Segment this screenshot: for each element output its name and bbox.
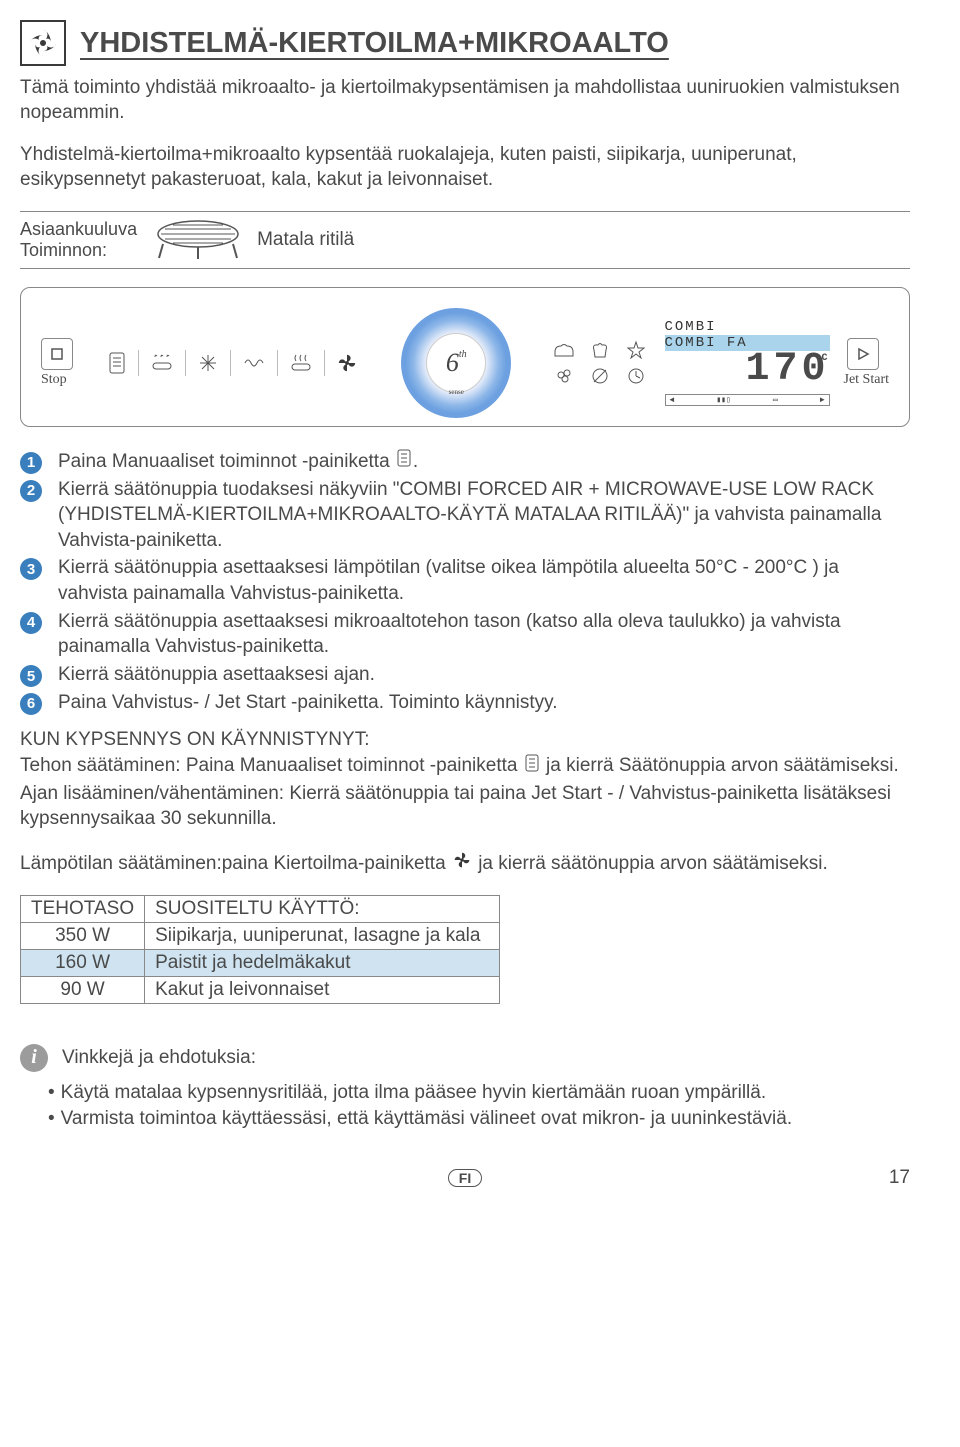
- steam-icon[interactable]: [290, 353, 312, 373]
- stop-button[interactable]: [41, 338, 73, 370]
- steps-list: 1 Paina Manuaaliset toiminnot -painikett…: [20, 449, 910, 716]
- page-number: 17: [889, 1167, 910, 1189]
- running-line-1: Tehon säätäminen: Paina Manuaaliset toim…: [20, 753, 910, 779]
- lcd-display: COMBI COMBI FA 170°C ◄▮▮▯▭►: [665, 319, 830, 406]
- knob-sup: th: [459, 349, 467, 360]
- grill-icon[interactable]: [151, 353, 173, 373]
- jet-start-button[interactable]: [847, 338, 879, 370]
- table-cell: Siipikarja, uuniperunat, lasagne ja kala: [145, 922, 500, 949]
- page-footer: FI 17: [20, 1169, 910, 1187]
- microwave-icon[interactable]: [243, 354, 265, 372]
- table-cell: 90 W: [21, 976, 145, 1003]
- control-knob[interactable]: 6th sense: [401, 308, 511, 418]
- jet-start-label: Jet Start: [844, 372, 890, 388]
- step-badge-5: 5: [20, 665, 42, 687]
- step-6-text: Paina Vahvistus- / Jet Start -painiketta…: [58, 690, 910, 716]
- clock-icon[interactable]: [621, 365, 651, 387]
- table-cell: Paistit ja hedelmäkakut: [145, 949, 500, 976]
- language-badge: FI: [448, 1169, 482, 1187]
- chef-hat-icon[interactable]: [585, 339, 615, 361]
- knob-sense: sense: [449, 388, 464, 396]
- manual-functions-icon[interactable]: [108, 352, 126, 374]
- step-2-text: Kierrä säätönuppia tuodaksesi näkyviin "…: [58, 477, 910, 554]
- step-3-text: Kierrä säätönuppia asettaaksesi lämpötil…: [58, 555, 910, 606]
- running-line-2: Ajan lisääminen/vähentäminen: Kierrä sää…: [20, 781, 910, 831]
- mode-icon-row: [101, 350, 364, 376]
- snowflake-icon[interactable]: [198, 353, 218, 373]
- intro-paragraph-2: Yhdistelmä-kiertoilma+mikroaalto kypsent…: [20, 143, 910, 192]
- accessory-label-2: Toiminnon:: [20, 240, 137, 261]
- fan-icon: [27, 27, 59, 59]
- info-icon: i: [20, 1044, 48, 1072]
- no-preheat-icon[interactable]: [585, 365, 615, 387]
- step-badge-1: 1: [20, 452, 42, 474]
- step-badge-6: 6: [20, 693, 42, 715]
- stop-label: Stop: [41, 372, 67, 388]
- lcd-value: 170°C: [665, 347, 830, 392]
- table-cell: Kakut ja leivonnaiset: [145, 976, 500, 1003]
- running-heading: KUN KYPSENNYS ON KÄYNNISTYNYT:: [20, 729, 910, 751]
- fan-mode-icon[interactable]: [337, 353, 357, 373]
- table-row: 90 W Kakut ja leivonnaiset: [21, 976, 500, 1003]
- table-cell: 160 W: [21, 949, 145, 976]
- table-cell: 350 W: [21, 922, 145, 949]
- popcorn-icon[interactable]: [549, 365, 579, 387]
- tip-1: Käytä matalaa kypsennysritilää, jotta il…: [61, 1080, 766, 1107]
- step-1-text: Paina Manuaaliset toiminnot -painiketta …: [58, 449, 910, 475]
- star-icon[interactable]: [621, 339, 651, 361]
- low-rack-icon: [153, 218, 243, 262]
- manual-functions-inline-icon-2: [525, 754, 539, 779]
- bread-icon[interactable]: [549, 339, 579, 361]
- tips-heading: Vinkkejä ja ehdotuksia:: [62, 1047, 256, 1069]
- preset-icons: [549, 339, 651, 387]
- tip-2: Varmista toimintoa käyttäessäsi, että kä…: [61, 1106, 792, 1133]
- table-row: 350 W Siipikarja, uuniperunat, lasagne j…: [21, 922, 500, 949]
- accessory-name: Matala ritilä: [257, 229, 354, 251]
- play-icon: [856, 347, 870, 361]
- fan-section-icon: [20, 20, 66, 66]
- running-line-3: Lämpötilan säätäminen:paina Kiertoilma-p…: [20, 851, 910, 877]
- stop-icon: [51, 348, 63, 360]
- intro-paragraph-1: Tämä toiminto yhdistää mikroaalto- ja ki…: [20, 76, 910, 125]
- lcd-progress-bar: ◄▮▮▯▭►: [665, 394, 830, 406]
- step-badge-4: 4: [20, 612, 42, 634]
- tips-list: •Käytä matalaa kypsennysritilää, jotta i…: [48, 1080, 910, 1133]
- table-header-1: TEHOTASO: [21, 895, 145, 922]
- table-row: 160 W Paistit ja hedelmäkakut: [21, 949, 500, 976]
- step-5-text: Kierrä säätönuppia asettaaksesi ajan.: [58, 662, 910, 688]
- knob-six: 6: [446, 348, 459, 378]
- step-4-text: Kierrä säätönuppia asettaaksesi mikroaal…: [58, 609, 910, 660]
- fan-inline-icon: [453, 851, 471, 876]
- section-title: YHDISTELMÄ-KIERTOILMA+MIKROAALTO: [80, 27, 669, 60]
- power-table: TEHOTASO SUOSITELTU KÄYTTÖ: 350 W Siipik…: [20, 895, 500, 1004]
- lcd-line-1: COMBI: [665, 319, 830, 335]
- step-badge-2: 2: [20, 480, 42, 502]
- control-panel: Stop: [20, 287, 910, 427]
- table-header-2: SUOSITELTU KÄYTTÖ:: [145, 895, 500, 922]
- accessory-label-1: Asiaankuuluva: [20, 219, 137, 240]
- step-badge-3: 3: [20, 558, 42, 580]
- manual-functions-inline-icon: [397, 449, 411, 475]
- accessory-row: Asiaankuuluva Toiminnon: Matala ritilä: [20, 211, 910, 269]
